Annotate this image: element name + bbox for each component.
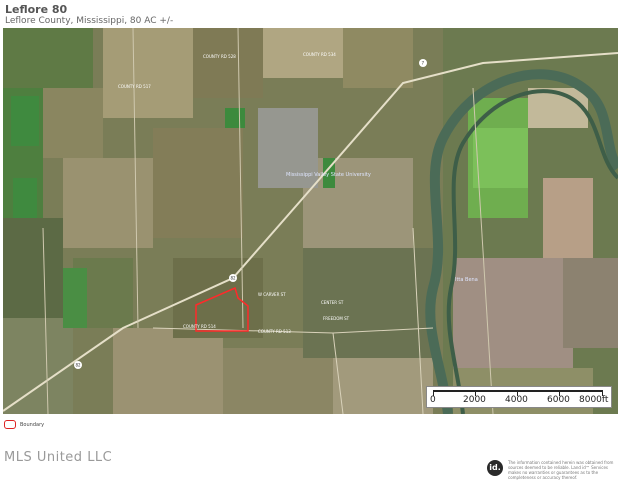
town-label: Itta Bena [455,277,478,283]
map-imagery: Mississippi Valley State University Itta… [3,28,618,414]
scale-bar: 0 2000 4000 6000 8000ft [426,386,612,408]
university-label: Mississippi Valley State University [286,172,371,178]
satellite-map[interactable]: Mississippi Valley State University Itta… [3,28,618,414]
landid-logo-icon: id. [487,460,503,476]
boundary-swatch-icon [4,420,16,429]
legend-boundary-label: Boundary [20,422,45,428]
road-label-534: COUNTY RD 534 [303,52,336,57]
road-label-514: COUNTY RD 514 [183,324,216,329]
road-label-center: CENTER ST [321,300,344,305]
scale-label-6000: 6000 [547,395,570,405]
road-label-carver: W CARVER ST [258,292,286,297]
map-title: Leflore 80 [5,3,68,16]
disclaimer-text: The information contained herein was obt… [508,460,614,480]
brand-label: MLS United LLC [4,450,113,465]
road-label-513: COUNTY RD 513 [258,329,291,334]
scale-label-8000: 8000ft [579,395,609,405]
svg-text:82: 82 [231,276,237,281]
scale-label-0: 0 [430,395,436,405]
scale-label-4000: 4000 [505,395,528,405]
road-label-528: COUNTY RD 528 [203,54,236,59]
road-label-517: COUNTY RD 517 [118,84,151,89]
map-subtitle: Leflore County, Mississippi, 80 AC +/- [5,16,174,26]
scale-label-2000: 2000 [463,395,486,405]
road-label-freedom: FREEDOM ST [323,316,350,321]
map-legend: Boundary [4,420,44,429]
svg-text:82: 82 [76,363,82,368]
